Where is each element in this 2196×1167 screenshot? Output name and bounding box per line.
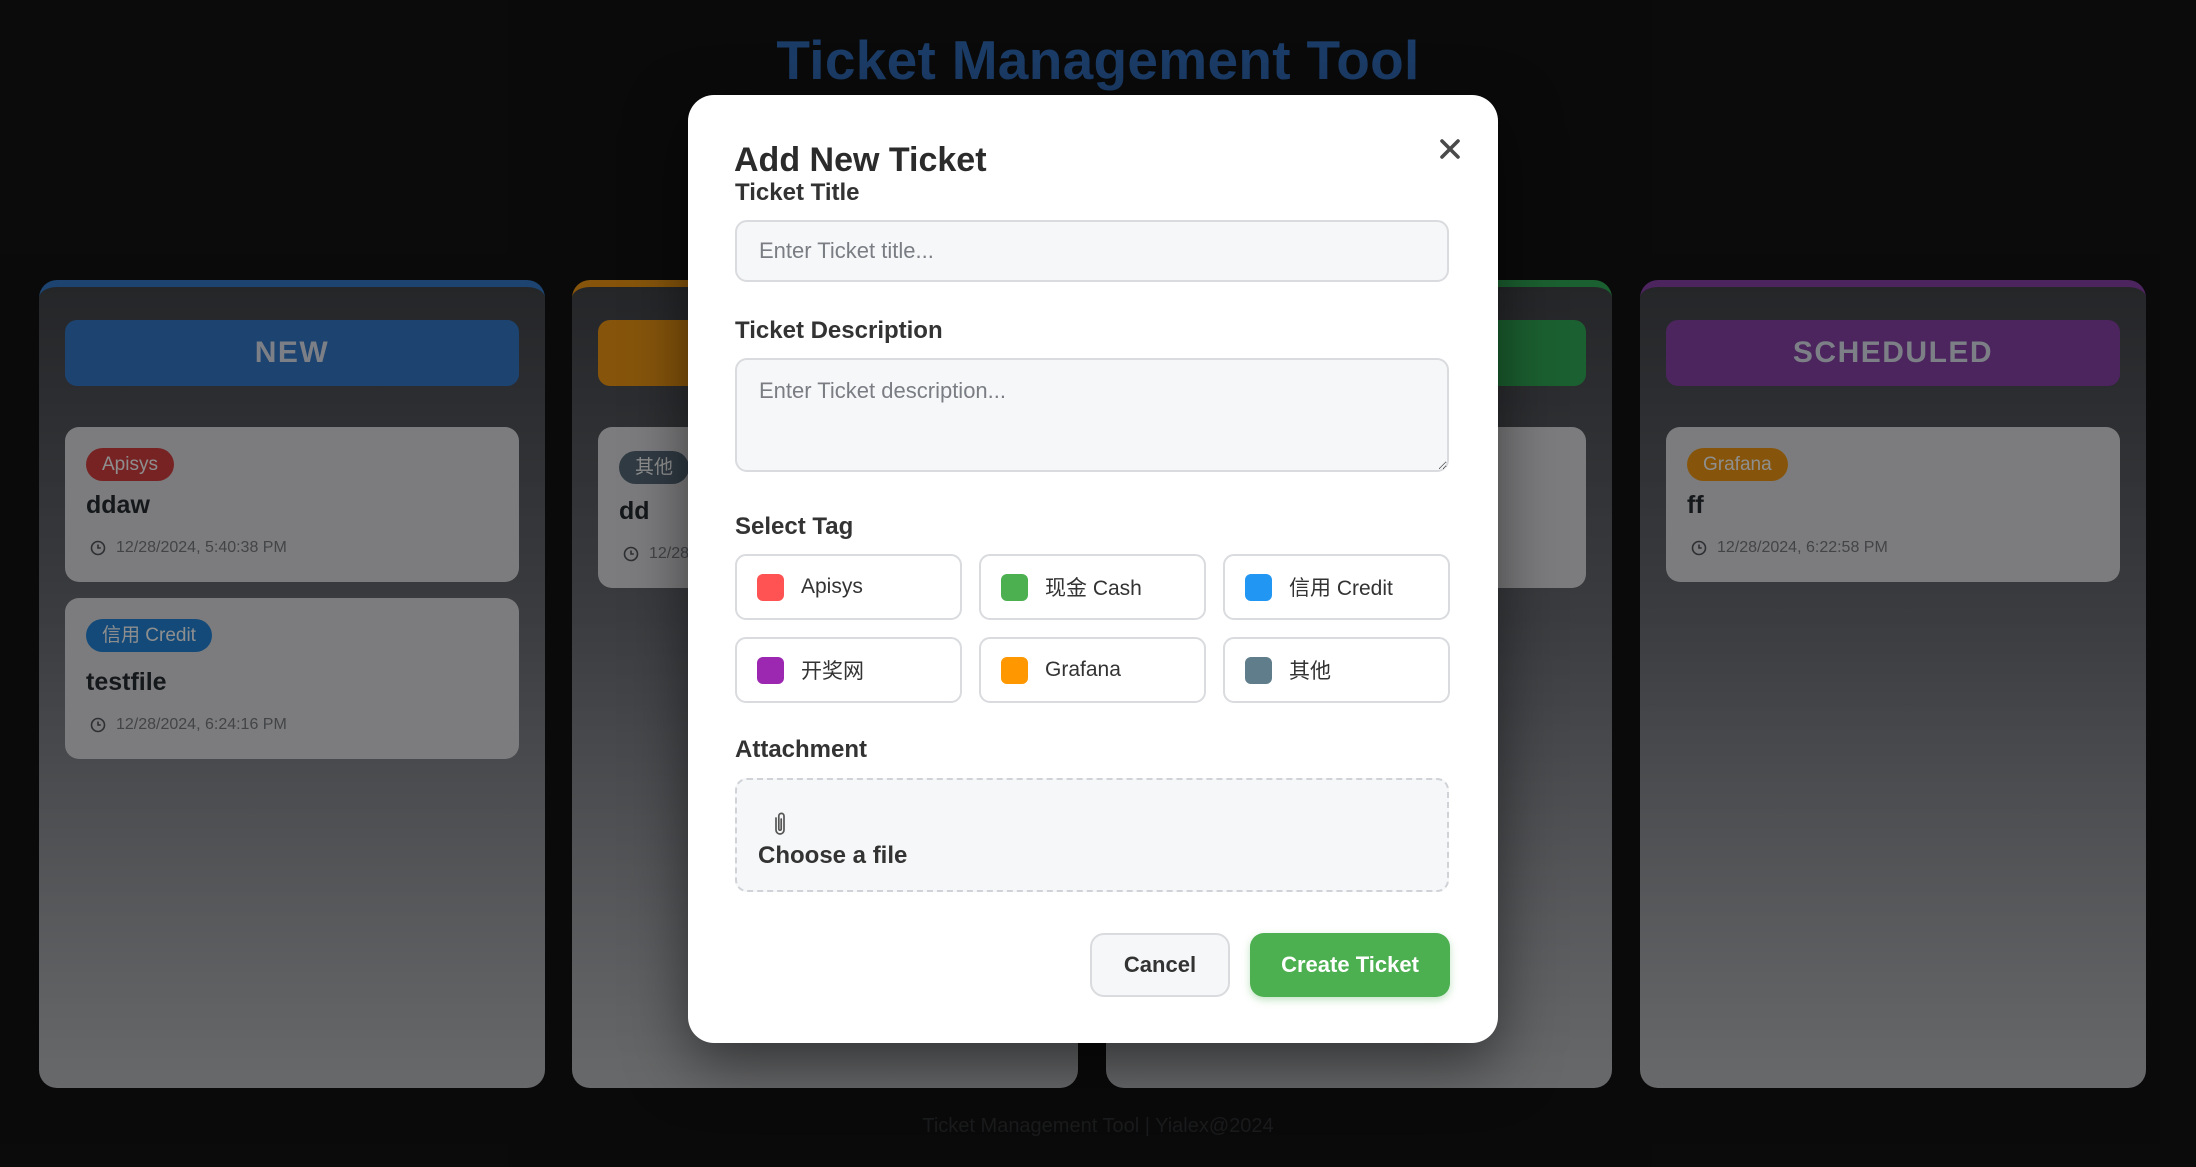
ticket-title-input[interactable] (735, 220, 1449, 282)
tag-color-swatch (757, 656, 784, 684)
ticket-app: Ticket Management Tool NEW Apisys ddaw 1… (0, 0, 2196, 1167)
close-icon (1440, 139, 1460, 159)
modal-title: Add New Ticket (734, 141, 987, 179)
tag-color-swatch (1245, 656, 1272, 684)
cancel-button[interactable]: Cancel (1090, 933, 1230, 997)
tag-option-label: Grafana (1045, 658, 1121, 681)
tag-color-swatch (757, 573, 784, 601)
choose-file-label: Choose a file (758, 842, 908, 869)
close-button[interactable] (1430, 129, 1470, 169)
create-ticket-button[interactable]: Create Ticket (1250, 933, 1450, 997)
tag-option-label: 开奖网 (801, 660, 864, 683)
attachment-label: Attachment (735, 736, 868, 763)
tag-option-lottery[interactable]: 开奖网 (735, 637, 962, 703)
tag-option-apisys[interactable]: Apisys (735, 554, 962, 620)
tag-option-other[interactable]: 其他 (1223, 637, 1450, 703)
tag-option-label: 其他 (1289, 660, 1331, 683)
tag-option-cash[interactable]: 现金 Cash (979, 554, 1206, 620)
tag-option-label: Apisys (801, 575, 863, 598)
tag-color-swatch (1001, 573, 1028, 601)
add-ticket-modal: Add New Ticket Ticket Title Ticket Descr… (688, 95, 1498, 1043)
ticket-title-label: Ticket Title (735, 179, 860, 206)
ticket-description-input[interactable] (735, 358, 1449, 472)
ticket-description-label: Ticket Description (735, 317, 943, 344)
tag-option-credit[interactable]: 信用 Credit (1223, 554, 1450, 620)
tag-color-swatch (1245, 573, 1272, 601)
tag-option-label: 信用 Credit (1289, 577, 1393, 600)
tag-option-grafana[interactable]: Grafana (979, 637, 1206, 703)
file-dropzone[interactable]: Choose a file (735, 778, 1449, 892)
tag-option-label: 现金 Cash (1045, 577, 1142, 600)
tag-color-swatch (1001, 656, 1028, 684)
select-tag-label: Select Tag (735, 513, 854, 540)
paperclip-icon (775, 812, 785, 835)
